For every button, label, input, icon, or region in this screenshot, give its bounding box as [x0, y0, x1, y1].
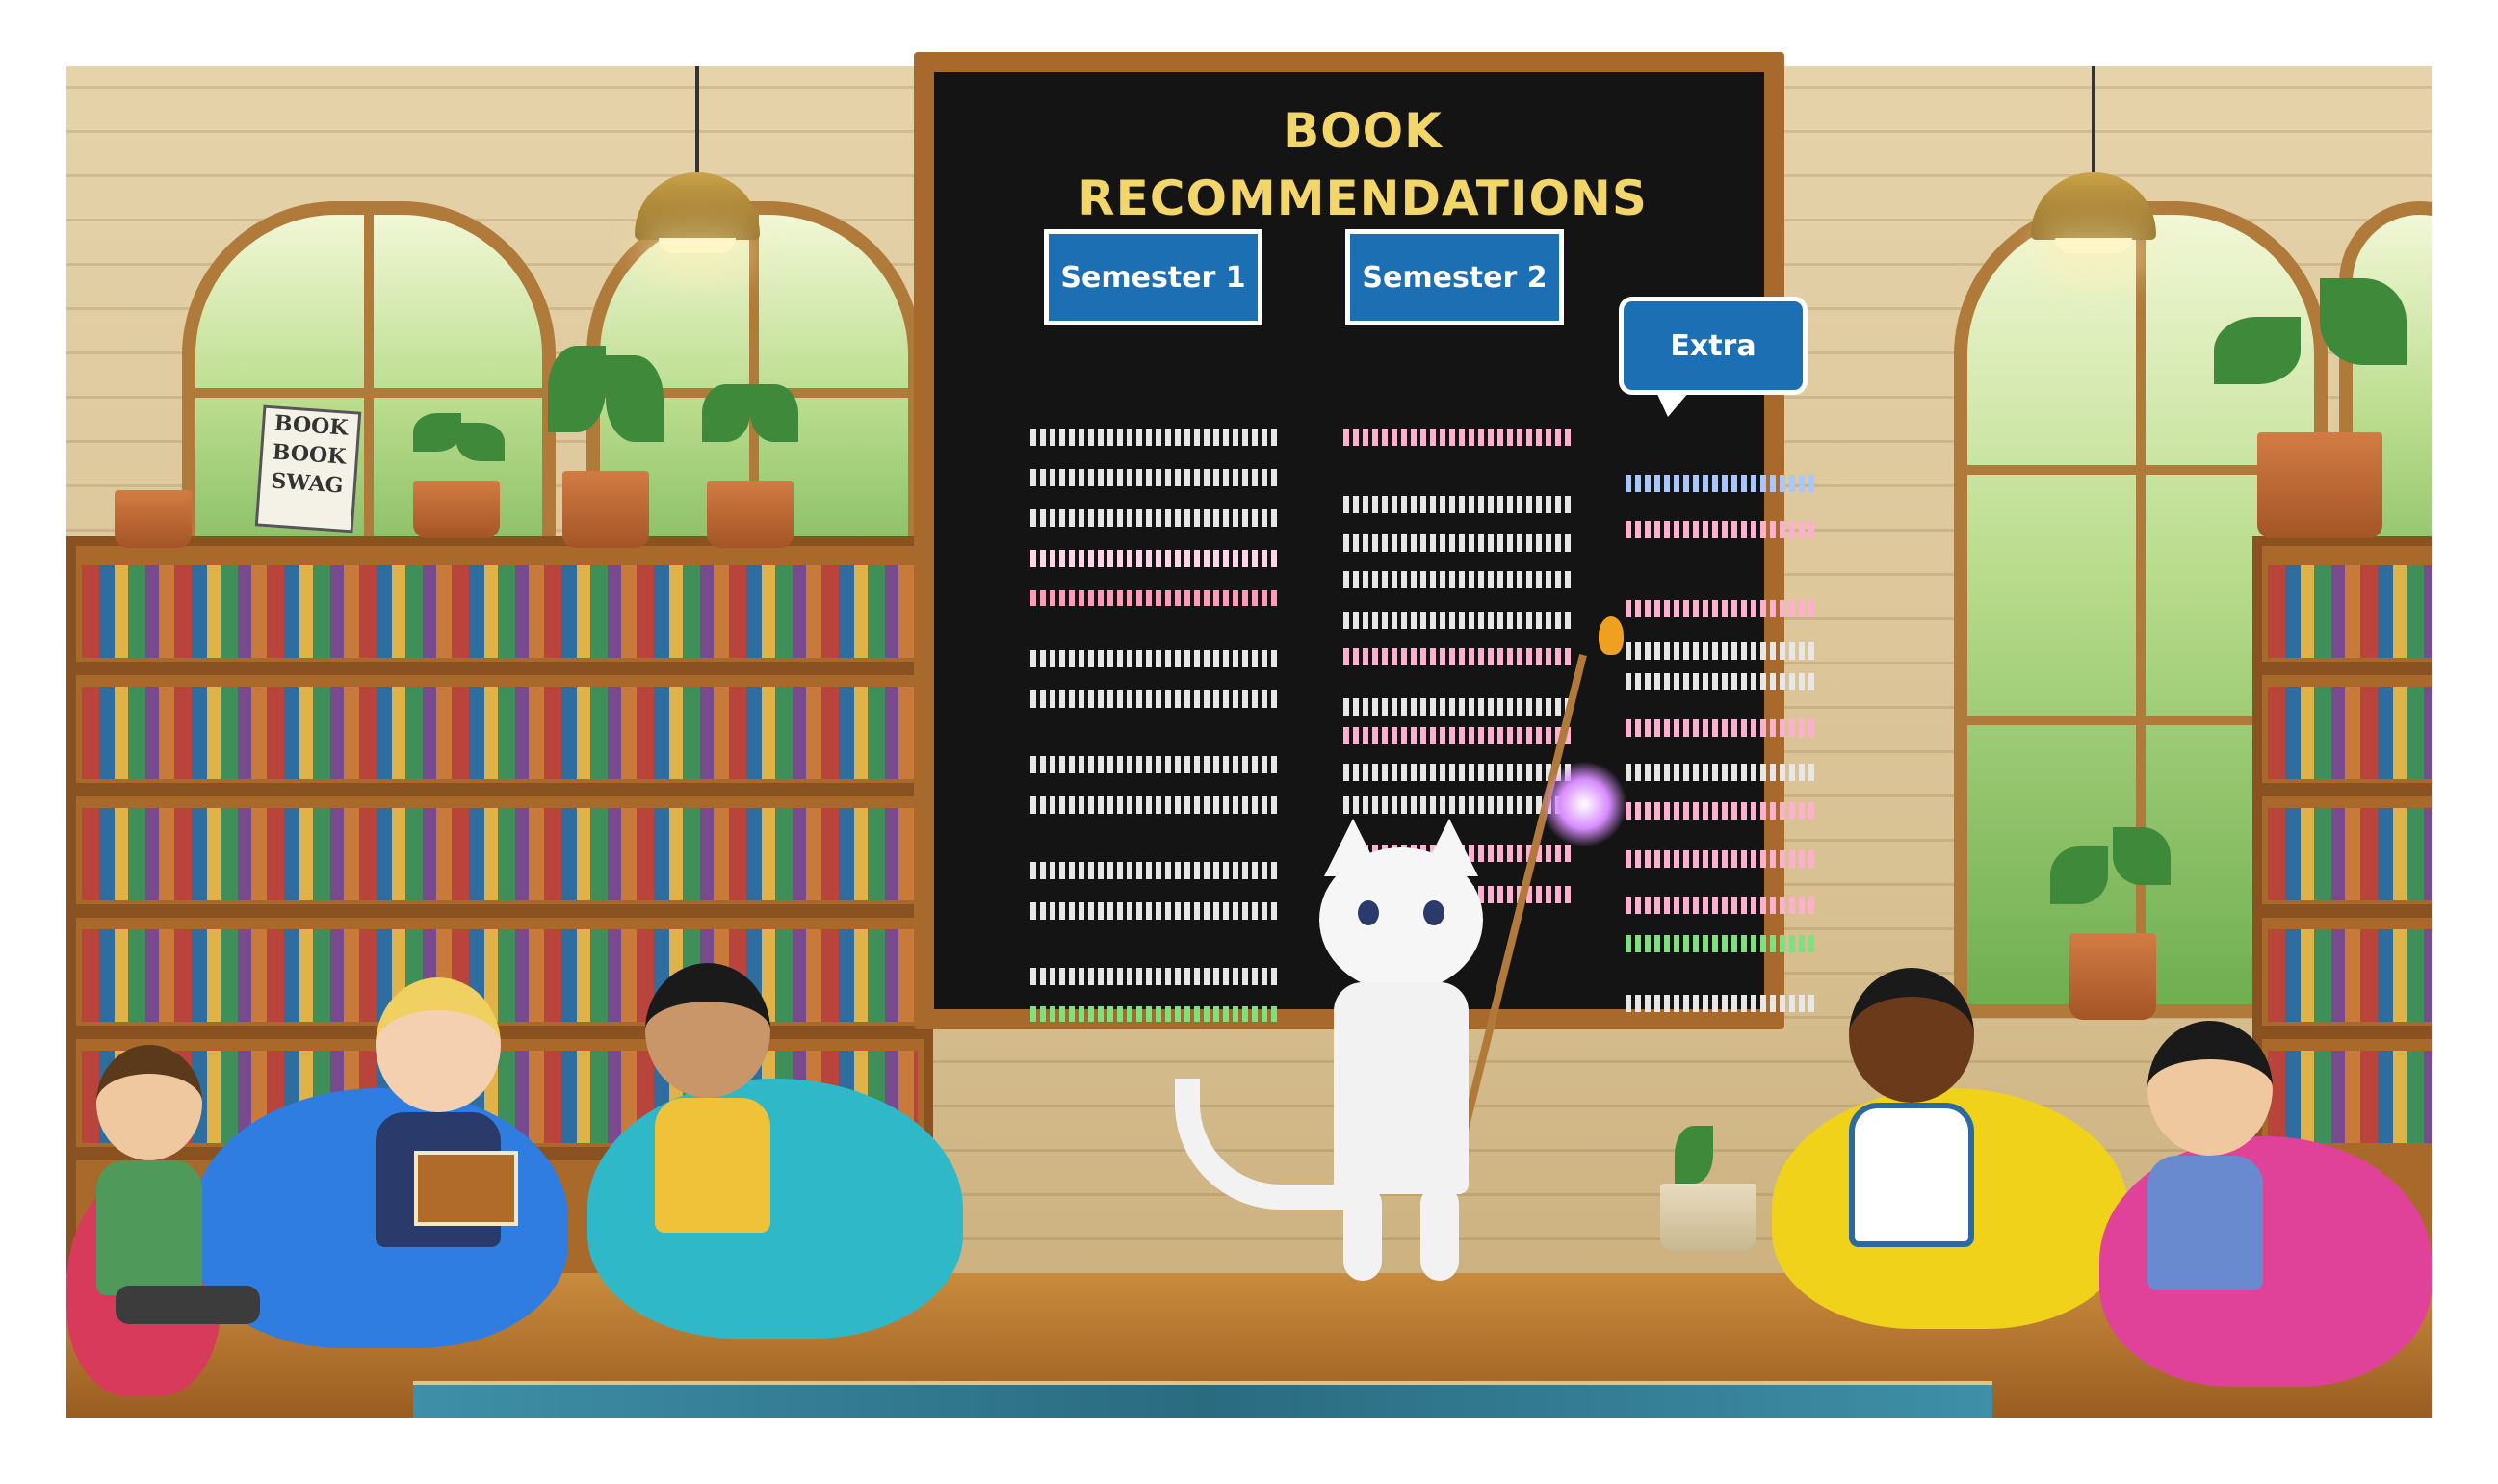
potted-plant-floor	[1655, 1126, 1761, 1251]
child-1	[77, 1045, 279, 1411]
board-title: BOOK RECOMMENDATIONS	[1078, 103, 1648, 226]
book-in-hand	[414, 1151, 518, 1226]
potted-plant-2	[403, 413, 509, 538]
potted-plant-right-sill	[2050, 808, 2175, 1020]
floor-rug	[413, 1381, 1992, 1418]
pendant-lamp-right	[2031, 66, 2156, 269]
sign-line-3: SWAG	[270, 468, 345, 499]
book-swap-sign: BOOK BOOK SWAG	[254, 404, 362, 534]
potted-plant-1	[105, 471, 201, 548]
potted-plant-3	[538, 346, 673, 548]
tab-extra[interactable]: Extra	[1619, 297, 1808, 417]
potted-plant-right-top	[2214, 278, 2416, 538]
child-3	[626, 963, 819, 1348]
child-5	[2109, 1021, 2321, 1406]
child-4	[1810, 968, 2022, 1353]
tab-semester-2[interactable]: Semester 2	[1345, 229, 1564, 325]
white-cat-character	[1175, 616, 1637, 1310]
tab-semester-1[interactable]: Semester 1	[1044, 229, 1262, 325]
sparkle-glow	[1541, 761, 1627, 847]
potted-plant-4	[692, 384, 808, 548]
extra-list	[1626, 475, 1818, 1024]
pendant-lamp-left	[635, 66, 760, 269]
child-2-reading	[356, 977, 568, 1363]
